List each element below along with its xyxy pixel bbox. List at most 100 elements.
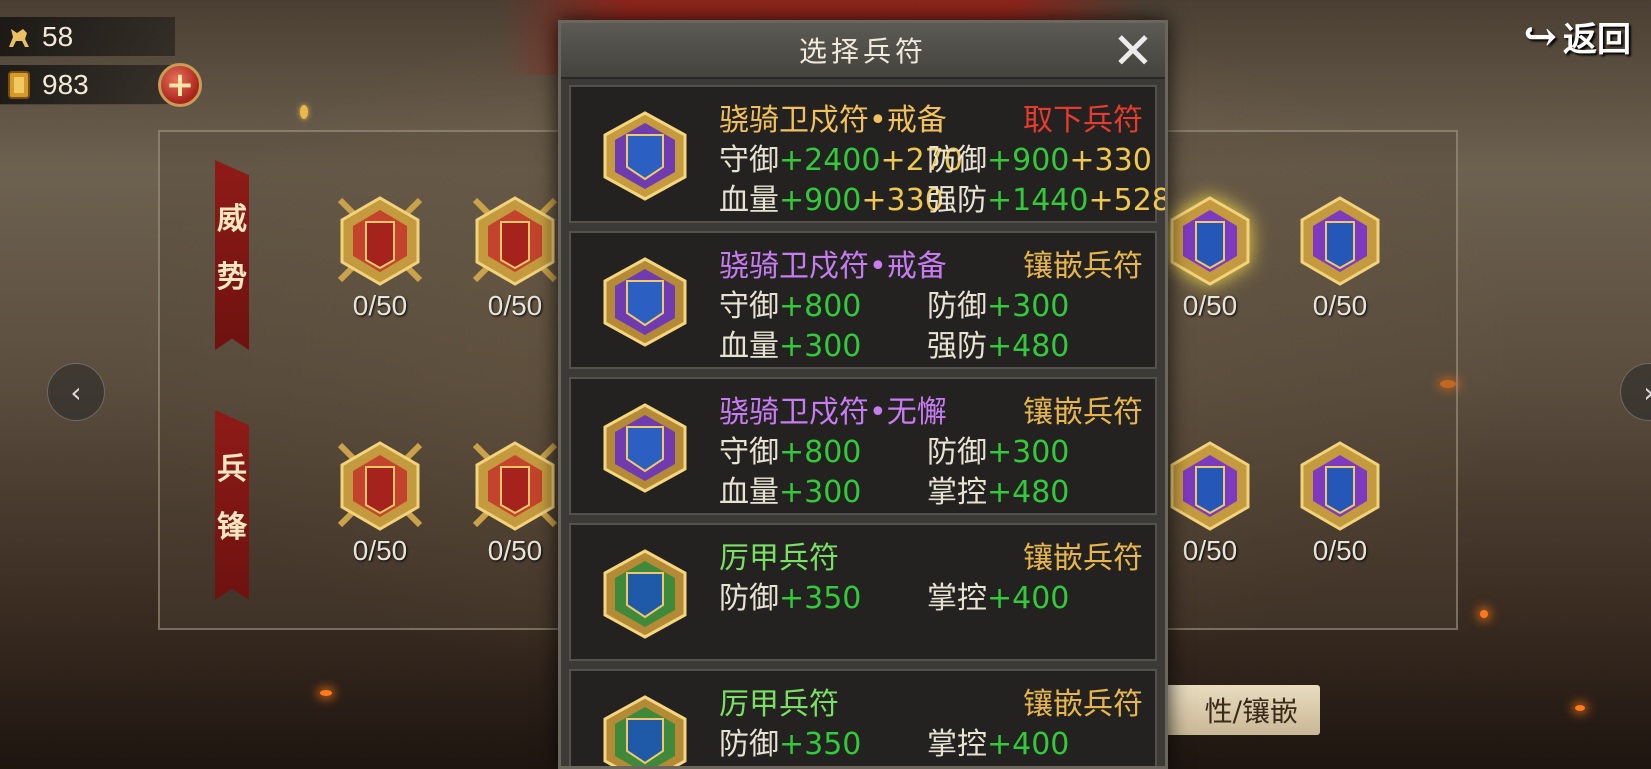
stat-base-value: +900 [779,183,862,218]
emblem-count: 0/50 [352,535,408,566]
stat-label: 防御 [927,435,987,470]
emblem-slot-icon[interactable] [1290,435,1390,535]
stat-base-value: +400 [987,727,1070,762]
stat-label: 血量 [719,475,779,510]
stat-line: 掌控+480 [927,467,1069,511]
stat-base-value: +400 [987,581,1070,616]
stat-line: 防御+300 [927,281,1069,325]
stat-label: 守御 [719,435,779,470]
row1-label-char-2: 势 [217,260,247,295]
stat-line: 掌控+400 [927,573,1069,617]
select-token-modal: 选择兵符 ✕ 骁骑卫戍符•戒备 取下兵符 守御+2400+270 防御+900+… [558,20,1168,769]
attribute-inlay-button[interactable]: 性/镶嵌 [1160,685,1320,735]
stat-line: 防御+900+330 [927,135,1152,179]
next-page-button[interactable]: › [1620,363,1651,421]
stat-label: 强防 [927,329,987,364]
row-label-ribbon-2: 兵 锋 [215,410,249,600]
token-card[interactable]: 厉甲兵符 镶嵌兵符 防御+350 掌控+400 [569,669,1157,766]
stat-base-value: +1440 [987,183,1089,218]
prev-page-button[interactable]: ‹ [47,363,105,421]
attribute-inlay-label: 性/镶嵌 [1204,695,1298,728]
stat-line: 防御+350 [719,573,861,617]
emblem-slot-icon[interactable] [1160,435,1260,535]
ember-decoration [1480,610,1488,618]
stat-line: 掌控+400 [927,719,1069,763]
token-purple-shield-icon [601,257,689,347]
stat-base-value: +300 [779,475,862,510]
horse-icon [4,22,34,52]
emblem-count: 0/50 [1312,535,1368,566]
back-label: 返回 [1563,20,1631,60]
token-card[interactable]: 骁骑卫戍符•戒备 取下兵符 守御+2400+270 防御+900+330 血量+… [569,85,1165,223]
token-card[interactable]: 骁骑卫戍符•戒备 镶嵌兵符 守御+800 防御+300 血量+300 强防+48… [569,231,1157,369]
token-green-shield-icon [601,549,689,639]
stat-label: 掌控 [927,475,987,510]
token-list[interactable]: 骁骑卫戍符•戒备 取下兵符 守御+2400+270 防御+900+330 血量+… [561,79,1165,766]
stat-line: 血量+300 [719,321,861,365]
stat-base-value: +300 [987,289,1070,324]
token-card[interactable]: 厉甲兵符 镶嵌兵符 防御+350 掌控+400 [569,523,1157,661]
close-icon: ✕ [1112,22,1154,80]
token-name: 骁骑卫戍符•戒备 [719,249,947,284]
stat-line: 强防+480 [927,321,1069,365]
token-purple-shield-icon [601,111,689,201]
stat-label: 掌控 [927,581,987,616]
inlay-token-button[interactable]: 镶嵌兵符 [1023,387,1143,431]
stat-line: 防御+350 [719,719,861,763]
stat-label: 防御 [927,289,987,324]
remove-token-button[interactable]: 取下兵符 [1023,95,1143,139]
emblem-count: 0/50 [1312,290,1368,321]
emblem-count: 0/50 [352,290,408,321]
stat-extra-value: +528 [1088,183,1168,218]
close-button[interactable]: ✕ [1109,22,1157,80]
stat-label: 防御 [719,581,779,616]
token-purple-shield-icon [601,403,689,493]
row1-label-char-1: 威 [217,202,247,237]
stat-label: 防御 [927,143,987,178]
stat-extra-value: +330 [1069,143,1152,178]
stat-base-value: +480 [987,329,1070,364]
stat-line: 强防+1440+528 [927,175,1168,219]
stat-line: 守御+800 [719,427,861,471]
emblem-slot-icon[interactable] [330,435,430,535]
stat-label: 血量 [719,329,779,364]
stat-label: 防御 [719,727,779,762]
modal-title: 选择兵符 [798,35,927,68]
emblem-slot-icon[interactable] [1290,190,1390,290]
stat-base-value: +300 [987,435,1070,470]
stat-base-value: +2400 [779,143,881,178]
emblem-slot-icon[interactable] [465,190,565,290]
stat-label: 强防 [927,183,987,218]
token-icon [4,70,34,100]
token-name: 厉甲兵符 [719,687,839,722]
token-name: 骁骑卫戍符•戒备 [719,103,947,138]
ember-decoration [1575,705,1585,711]
row2-label-char-2: 锋 [217,510,247,545]
stat-line: 血量+300 [719,467,861,511]
stat-line: 守御+800 [719,281,861,325]
inlay-token-button[interactable]: 镶嵌兵符 [1023,679,1143,723]
stat-label: 血量 [719,183,779,218]
stat-line: 血量+900+330 [719,175,944,219]
chevron-left-icon: ‹ [70,375,82,409]
emblem-slot-icon[interactable] [465,435,565,535]
inlay-token-button[interactable]: 镶嵌兵符 [1023,533,1143,577]
emblem-slot-icon[interactable] [1160,190,1260,290]
stat-label: 守御 [719,289,779,324]
token-green-shield-icon [601,695,689,766]
stat-base-value: +300 [779,329,862,364]
stat-base-value: +350 [779,727,862,762]
inlay-token-button[interactable]: 镶嵌兵符 [1023,241,1143,285]
emblem-slot-icon[interactable] [330,190,430,290]
add-token-button[interactable]: + [158,63,202,107]
token-name: 骁骑卫戍符•无懈 [719,395,947,430]
token-card[interactable]: 骁骑卫戍符•无懈 镶嵌兵符 守御+800 防御+300 血量+300 掌控+48… [569,377,1157,515]
stat-base-value: +900 [987,143,1070,178]
horse-count: 58 [42,20,74,52]
back-arrow-icon: ↪ [1523,13,1557,60]
back-button[interactable]: ↪ 返回 [1523,12,1631,61]
stat-base-value: +800 [779,289,862,324]
ember-decoration [300,105,308,119]
token-resource-bar: 983 [0,65,175,105]
row2-label-char-1: 兵 [217,452,247,487]
